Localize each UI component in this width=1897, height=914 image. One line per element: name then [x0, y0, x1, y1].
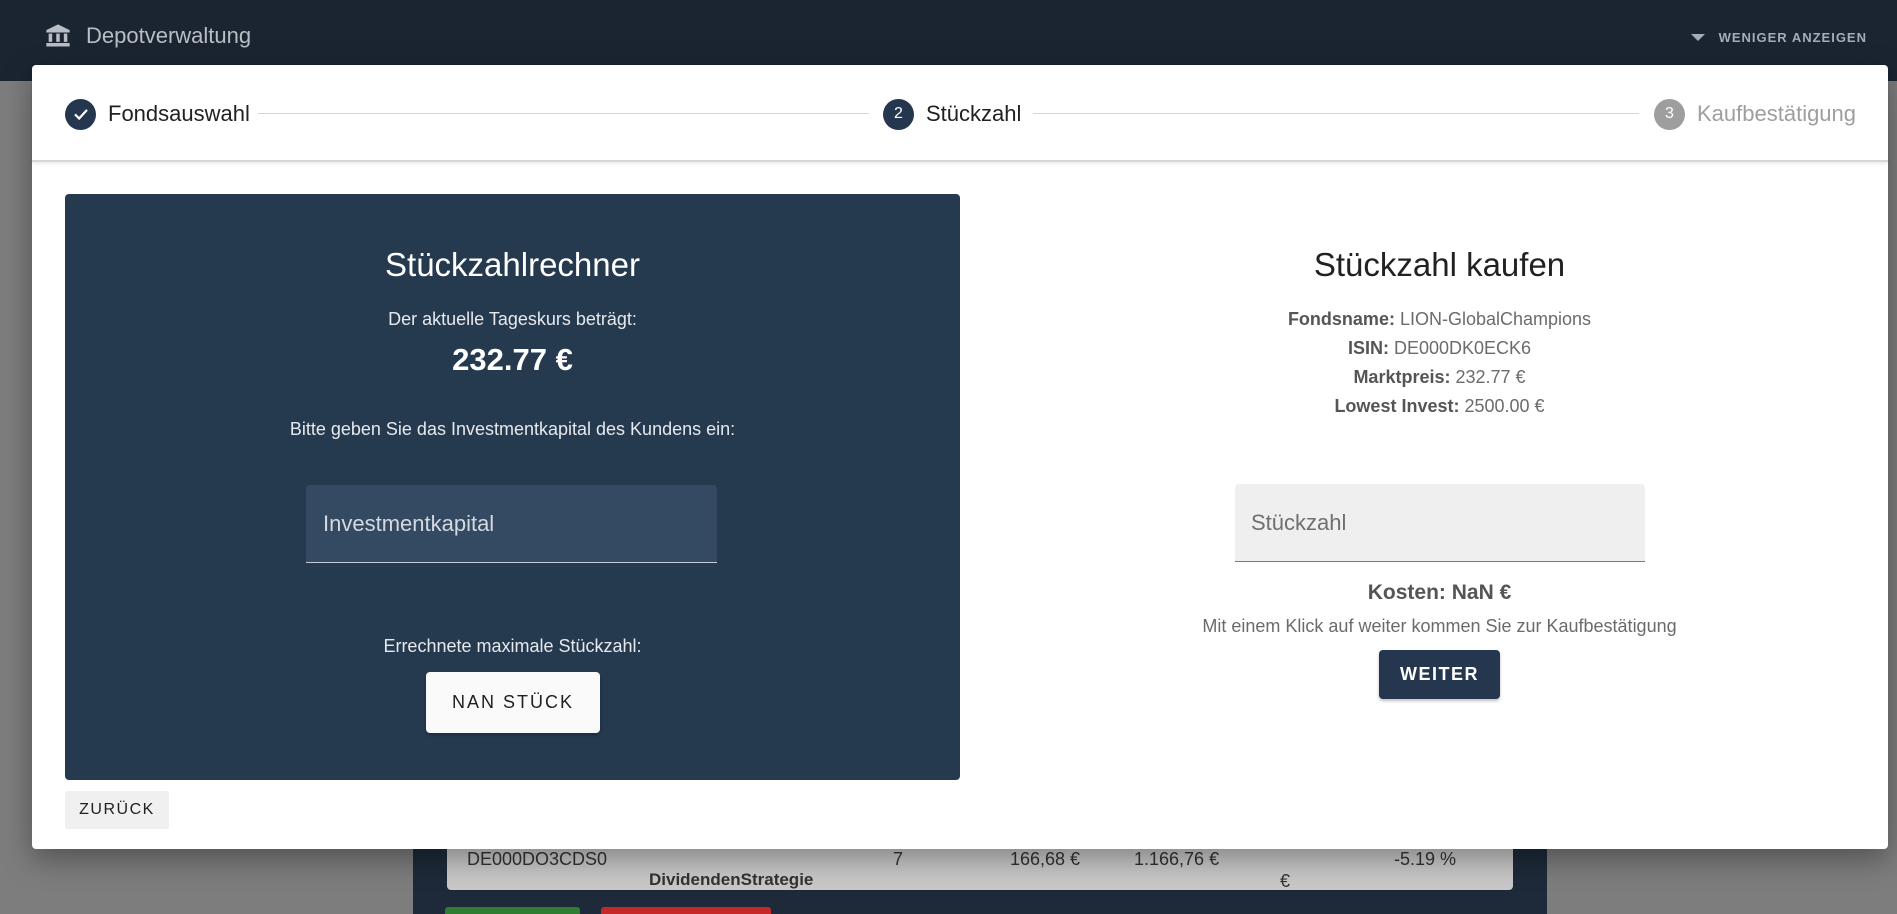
show-less-button[interactable]: WENIGER ANZEIGEN	[1690, 30, 1867, 45]
calculator-title: Stückzahlrechner	[385, 246, 640, 283]
next-button[interactable]: WEITER	[1379, 650, 1500, 699]
result-button[interactable]: NAN STÜCK	[426, 672, 600, 733]
next-hint: Mit einem Klick auf weiter kommen Sie zu…	[1202, 616, 1677, 636]
capital-prompt: Bitte geben Sie das Investmentkapital de…	[289, 419, 736, 439]
result-label: Errechnete maximale Stückzahl:	[383, 636, 642, 656]
table-row: DE000DO3CDS0 DividendenStrategie 7 166,6…	[447, 845, 1513, 891]
app-title-text: Depotverwaltung	[86, 23, 252, 48]
marktpreis-label: Marktpreis:	[1353, 367, 1451, 387]
row-isin: DE000DO3CDS0	[467, 849, 608, 869]
info-isin: ISIN: DE000DK0ECK6	[992, 338, 1887, 359]
check-icon	[65, 98, 96, 130]
capital-input[interactable]	[306, 485, 717, 562]
step-connector	[258, 113, 869, 114]
row-value: 1.166,76 €	[1134, 849, 1220, 869]
lowest-invest-label: Lowest Invest:	[1334, 396, 1460, 416]
lowest-invest-value: 2500.00 €	[1464, 396, 1545, 416]
bank-icon	[46, 24, 70, 47]
marktpreis-value: 232.77 €	[1455, 367, 1526, 387]
step-label: Kaufbestätigung	[1697, 101, 1857, 126]
quantity-input[interactable]	[1235, 484, 1645, 561]
stepper: Fondsauswahl 2 Stückzahl 3 Kaufbestätigu…	[32, 65, 1888, 162]
app-title: Depotverwaltung	[44, 22, 251, 50]
quantity-field[interactable]	[1235, 484, 1645, 562]
info-marktpreis: Marktpreis: 232.77 €	[992, 367, 1887, 388]
step-connector	[1033, 113, 1639, 114]
fondsname-value: LION-GlobalChampions	[1399, 309, 1592, 329]
step-number: 2	[883, 98, 914, 130]
rate-value: 232.77 €	[452, 342, 573, 377]
row-name: DividendenStrategie	[649, 870, 814, 889]
step-kaufbestaetigung[interactable]: 3 Kaufbestätigung	[1654, 98, 1856, 130]
back-button[interactable]: ZURÜCK	[65, 791, 169, 829]
step-fondsauswahl[interactable]: Fondsauswahl	[65, 98, 250, 130]
background-green-button[interactable]	[445, 907, 580, 914]
row-partial: €	[1280, 871, 1291, 891]
show-less-label: WENIGER ANZEIGEN	[1718, 30, 1867, 45]
row-count: 7	[893, 849, 904, 869]
rate-label: Der aktuelle Tageskurs beträgt:	[388, 309, 637, 329]
purchase-section: Stückzahl kaufen Fondsname: LION-GlobalC…	[992, 194, 1887, 780]
step-label: Fondsauswahl	[108, 101, 250, 126]
cost-text: Kosten: NaN €	[1367, 581, 1512, 604]
isin-value: DE000DK0ECK6	[1393, 338, 1532, 358]
calculator-card: Stückzahlrechner Der aktuelle Tageskurs …	[65, 194, 960, 780]
purchase-title: Stückzahl kaufen	[1313, 246, 1566, 283]
step-stueckzahl[interactable]: 2 Stückzahl	[883, 98, 1021, 130]
capital-field[interactable]	[306, 485, 717, 563]
background-red-button[interactable]	[601, 907, 771, 914]
row-price: 166,68 €	[1010, 849, 1081, 869]
info-fondsname: Fondsname: LION-GlobalChampions	[992, 309, 1887, 330]
caret-down-icon	[1690, 34, 1705, 41]
step-label: Stückzahl	[926, 101, 1022, 126]
info-lowest-invest: Lowest Invest: 2500.00 €	[992, 396, 1887, 417]
purchase-dialog: Fondsauswahl 2 Stückzahl 3 Kaufbestätigu…	[32, 65, 1888, 849]
step-number: 3	[1654, 98, 1685, 130]
isin-label: ISIN:	[1347, 338, 1389, 358]
row-change: -5.19 %	[1394, 849, 1457, 869]
fondsname-label: Fondsname:	[1287, 309, 1395, 329]
